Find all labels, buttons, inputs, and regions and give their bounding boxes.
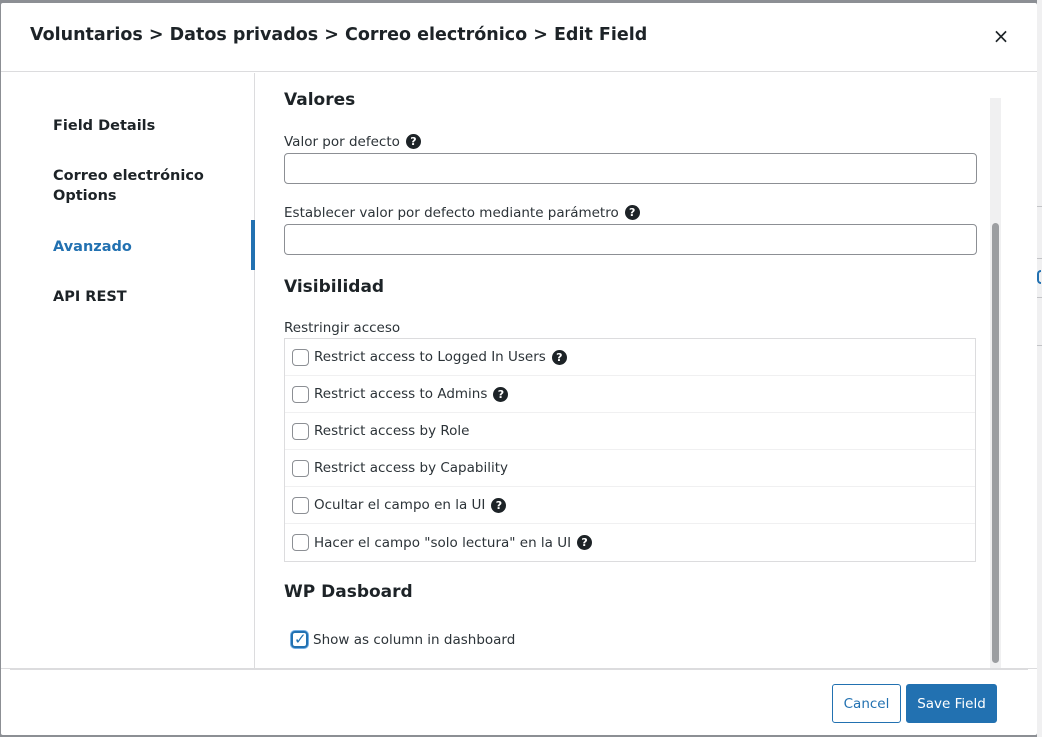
list-item: Hacer el campo "solo lectura" en la UI ? [285, 524, 975, 561]
question-circle-icon[interactable]: ? [405, 134, 421, 149]
sidebar-item-field-details[interactable]: Field Details [53, 116, 233, 136]
restrict-admins-checkbox[interactable] [292, 385, 309, 403]
save-field-button[interactable]: Save Field [906, 684, 997, 723]
restrict-access-label: Restringir acceso [284, 320, 401, 336]
dashboard-option: Show as column in dashboard [291, 630, 515, 648]
section-title-valores: Valores [284, 90, 356, 110]
close-icon[interactable]: × [990, 25, 1012, 47]
list-item: Restrict access by Capability [285, 450, 975, 487]
param-default-label: Establecer valor por defecto mediante pa… [284, 205, 640, 221]
default-value-input[interactable] [284, 153, 977, 184]
list-item: Restrict access by Role [285, 413, 975, 450]
question-circle-icon[interactable]: ? [577, 535, 593, 550]
restrict-capability-checkbox[interactable] [292, 459, 309, 477]
settings-panel: Valores Valor por defecto? Establecer va… [256, 73, 1000, 668]
sidebar-item-email-options[interactable]: Correo electrónico Options [53, 166, 233, 206]
modal-title: Voluntarios > Datos privados > Correo el… [30, 25, 648, 45]
edit-field-modal: Voluntarios > Datos privados > Correo el… [1, 3, 1037, 735]
list-item: Ocultar el campo en la UI ? [285, 487, 975, 524]
param-default-input[interactable] [284, 224, 977, 255]
question-circle-icon[interactable]: ? [493, 386, 509, 402]
scroll-thumb[interactable] [992, 223, 999, 663]
readonly-field-checkbox[interactable] [292, 534, 309, 551]
restrictions-list: Restrict access to Logged In Users ? Res… [284, 338, 976, 562]
background-page [1037, 0, 1042, 737]
list-item: Restrict access to Admins ? [285, 376, 975, 413]
section-title-dashboard: WP Dasboard [284, 582, 413, 602]
sidebar-nav: Field Details Correo electrónico Options… [1, 73, 255, 668]
question-circle-icon[interactable]: ? [624, 205, 640, 220]
modal-footer: Cancel Save Field [1, 668, 1037, 735]
restrict-logged-in-checkbox[interactable] [292, 348, 309, 366]
question-circle-icon[interactable]: ? [491, 497, 507, 513]
question-circle-icon[interactable]: ? [551, 349, 567, 365]
hide-field-checkbox[interactable] [292, 496, 309, 514]
modal-header: Voluntarios > Datos privados > Correo el… [1, 3, 1037, 72]
sidebar-item-avanzado[interactable]: Avanzado [53, 237, 233, 257]
scrollbar[interactable] [990, 98, 1001, 668]
cancel-button[interactable]: Cancel [832, 684, 901, 723]
section-title-visibilidad: Visibilidad [284, 277, 385, 297]
default-value-label: Valor por defecto? [284, 134, 421, 150]
active-tab-indicator [251, 220, 255, 270]
list-item: Restrict access to Logged In Users ? [285, 339, 975, 376]
sidebar-item-api-rest[interactable]: API REST [53, 287, 233, 307]
show-column-checkbox[interactable] [291, 630, 308, 648]
restrict-role-checkbox[interactable] [292, 422, 309, 440]
